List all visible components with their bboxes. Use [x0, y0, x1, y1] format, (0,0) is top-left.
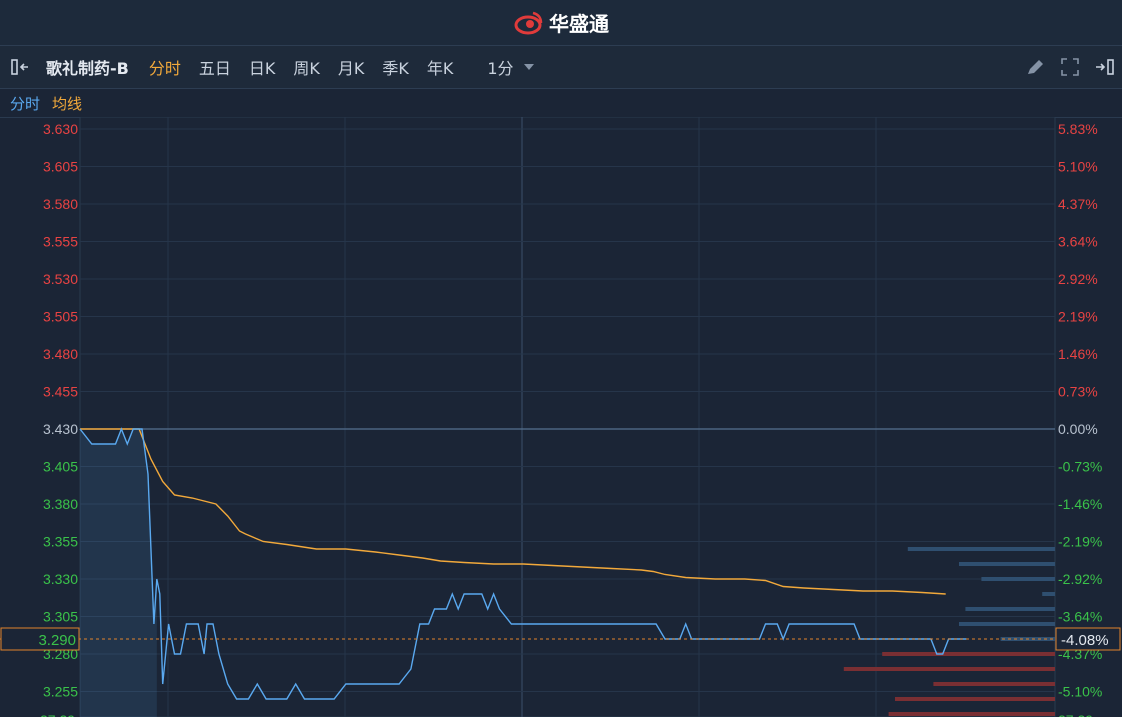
price-tick-label: 3.505 — [43, 309, 78, 325]
percent-tick-label: 0.00% — [1058, 421, 1098, 437]
price-tick-label: 3.305 — [43, 609, 78, 625]
price-area-fill — [80, 429, 157, 717]
percent-tick-label: 2.19% — [1058, 309, 1098, 325]
intraday-chart: 3.630 3.605 3.580 3.555 3.530 3.505 3.480 3.455… — [0, 117, 1121, 717]
tab-five-day[interactable]: 五日 — [199, 55, 231, 79]
plot-area — [79, 117, 1056, 717]
price-tick-label: 3.605 — [43, 159, 78, 175]
pencil-icon[interactable] — [1024, 57, 1046, 77]
price-tick-label: 3.555 — [43, 234, 78, 250]
interval-dropdown[interactable]: 1分 — [487, 55, 534, 79]
price-tick-label: 3.580 — [43, 196, 78, 212]
tab-yearly-k[interactable]: 年K — [427, 55, 454, 79]
title-bar: 华盛通 — [0, 0, 1122, 46]
chart-legend: 分时 均线 — [0, 89, 1122, 118]
percent-tick-label: 4.37% — [1058, 196, 1098, 212]
stock-name[interactable]: 歌礼制药-B — [46, 55, 129, 79]
current-price-label: 3.290 — [38, 632, 76, 649]
price-tick-label: 3.530 — [43, 271, 78, 287]
bid-depth-bar — [959, 622, 1055, 626]
toolbar: 歌礼制药-B 分时 五日 日K 周K 月K 季K 年K 1分 — [0, 46, 1122, 89]
tab-quarterly-k[interactable]: 季K — [382, 55, 409, 79]
bid-depth-bar — [1007, 607, 1055, 611]
percent-tick-label: 3.64% — [1058, 234, 1098, 250]
percent-tick-label: 0.73% — [1058, 384, 1098, 400]
percent-tick-label: 1.46% — [1058, 346, 1098, 362]
ask-depth-bar — [933, 682, 1055, 686]
chevron-down-icon — [523, 64, 534, 70]
price-tick-label: 3.355 — [43, 534, 78, 550]
percent-tick-label: 2.92% — [1058, 271, 1098, 287]
legend-price-line[interactable]: 分时 — [10, 93, 40, 114]
price-tick-label: 3.630 — [43, 121, 78, 137]
percent-tick-label: -3.64% — [1058, 609, 1102, 625]
percent-tick-label: 5.10% — [1058, 159, 1098, 175]
price-tick-label: 3.380 — [43, 496, 78, 512]
fullscreen-icon[interactable] — [1060, 57, 1080, 77]
percent-tick-label: -5.10% — [1058, 684, 1102, 700]
percent-tick-label: -2.19% — [1058, 534, 1102, 550]
ask-depth-bar — [888, 712, 1055, 716]
tab-monthly-k[interactable]: 月K — [338, 55, 365, 79]
percent-tick-label: -2.92% — [1058, 571, 1102, 587]
tab-daily-k[interactable]: 日K — [249, 55, 276, 79]
bid-depth-bar — [907, 547, 1055, 551]
expand-panel-icon[interactable] — [1094, 58, 1116, 76]
brand-logo-icon — [514, 11, 543, 34]
legend-average-line[interactable]: 均线 — [52, 93, 82, 114]
bottom-right-label: 27.29 — [1058, 712, 1093, 717]
price-tick-label: 3.255 — [43, 684, 78, 700]
percent-tick-label: -0.73% — [1058, 459, 1102, 475]
price-tick-label: 3.430 — [43, 421, 78, 437]
collapse-panel-icon[interactable] — [10, 57, 32, 77]
ask-depth-bar — [843, 667, 1055, 671]
price-tick-label: 3.330 — [43, 571, 78, 587]
brand: 华盛通 — [513, 8, 609, 37]
percent-tick-label: -1.46% — [1058, 496, 1102, 512]
bid-depth-bar — [981, 577, 1055, 581]
tab-intraday[interactable]: 分时 — [149, 55, 181, 79]
current-percent-label: -4.08% — [1061, 632, 1109, 649]
bid-depth-bar — [1042, 592, 1055, 596]
bid-depth-bar — [959, 562, 1055, 566]
bottom-left-label: 27.29 — [40, 712, 75, 717]
price-tick-label: 3.405 — [43, 459, 78, 475]
percent-tick-label: 5.83% — [1058, 121, 1098, 137]
ask-depth-bar — [882, 652, 1055, 656]
tab-weekly-k[interactable]: 周K — [293, 55, 320, 79]
price-tick-label: 3.480 — [43, 346, 78, 362]
price-tick-label: 3.455 — [43, 384, 78, 400]
brand-name: 华盛通 — [549, 12, 609, 36]
interval-label: 1分 — [487, 59, 514, 78]
ask-depth-bar — [895, 697, 1055, 701]
